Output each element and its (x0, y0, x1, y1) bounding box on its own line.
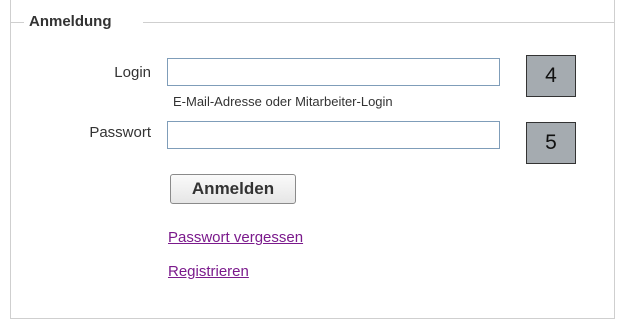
fieldset-border-right (143, 22, 615, 23)
login-fieldset (10, 0, 615, 319)
login-hint: E-Mail-Adresse oder Mitarbeiter-Login (173, 94, 393, 109)
register-link[interactable]: Registrieren (168, 263, 249, 281)
password-input[interactable] (167, 121, 500, 149)
password-label: Passwort (89, 124, 151, 141)
annotation-badge-login: 4 (526, 55, 576, 97)
forgot-password-link[interactable]: Passwort vergessen (168, 229, 303, 247)
annotation-badge-password: 5 (526, 122, 576, 164)
fieldset-legend: Anmeldung (29, 13, 112, 30)
login-submit-button[interactable]: Anmelden (170, 174, 296, 204)
fieldset-border-left (10, 22, 24, 23)
login-input[interactable] (167, 58, 500, 86)
login-label: Login (114, 64, 151, 81)
